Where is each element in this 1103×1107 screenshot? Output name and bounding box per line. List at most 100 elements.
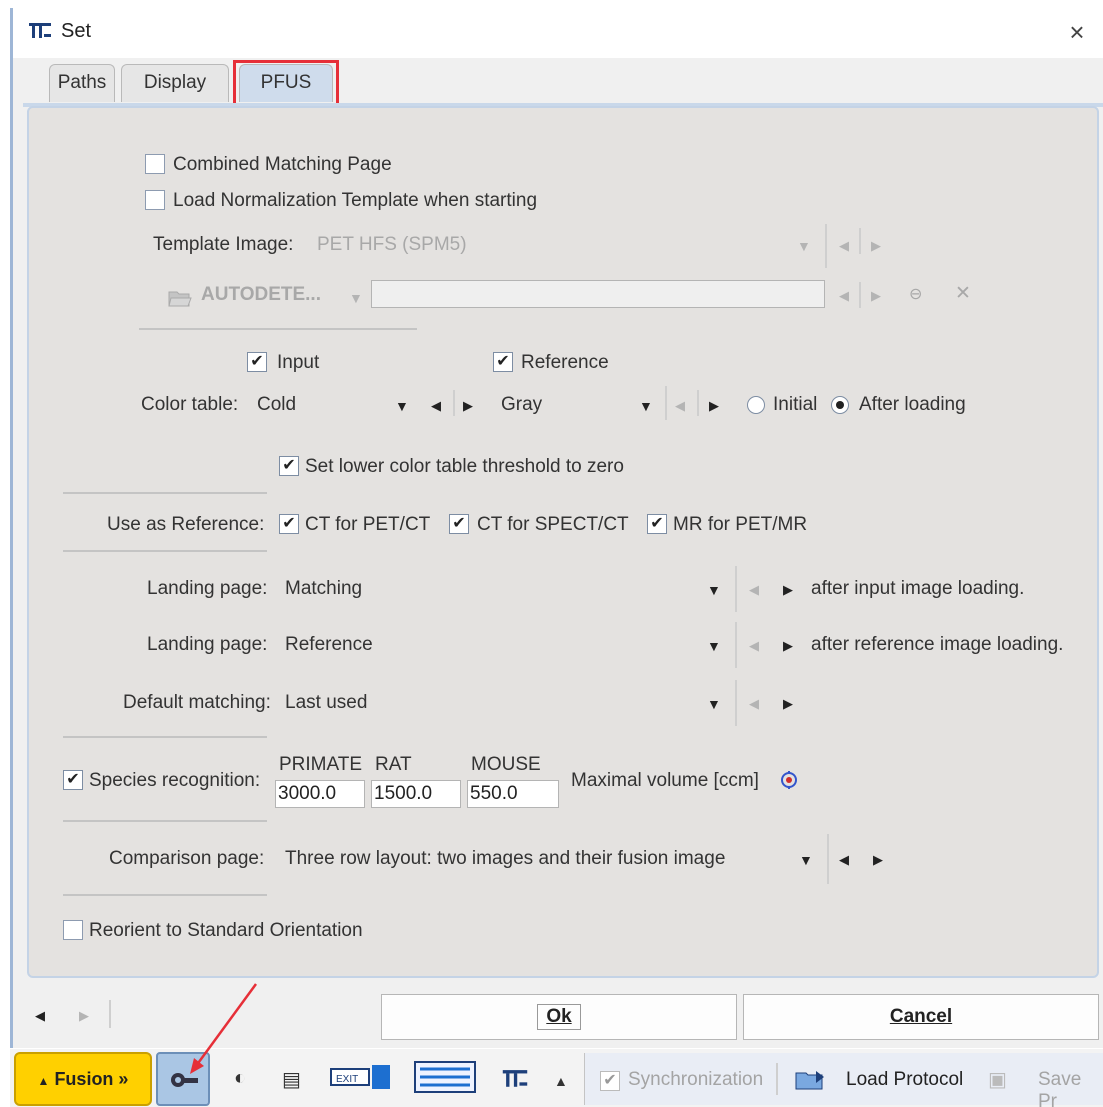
ct-for-pet-ct-checkbox[interactable]: ✔ [279,514,299,534]
previous-icon[interactable]: ◀ [839,852,849,868]
close-icon[interactable]: × [1063,18,1091,46]
folder-open-icon[interactable] [794,1067,830,1091]
tab-paths[interactable]: Paths [49,64,115,102]
document-icon[interactable]: ▤ [282,1067,301,1092]
landing-page-reference-value[interactable]: Reference [285,634,373,656]
input-label: Input [277,352,320,373]
settings-dialog: Set × Paths Display PFUS Combined Matchi… [10,8,1103,1048]
comparison-page-label: Comparison page: [109,848,265,869]
next-icon[interactable]: ▶ [783,638,793,654]
species-recognition-checkbox[interactable]: ✔ [63,770,83,790]
rat-volume-input[interactable]: 1500.0 [371,780,461,808]
fusion-button[interactable]: ▲ Fusion » [14,1052,152,1106]
ok-button-label: Ok [537,1004,581,1030]
next-icon[interactable]: ▶ [871,288,881,304]
layout-icon[interactable] [414,1061,476,1093]
svg-text:EXIT: EXIT [336,1074,358,1085]
previous-icon[interactable]: ◀ [839,288,849,304]
gear-icon [171,1073,198,1087]
title-bar: Set × [13,8,1103,58]
reference-checkbox[interactable]: ✔ [493,352,513,372]
reorient-label: Reorient to Standard Orientation [89,920,363,941]
previous-icon[interactable]: ◀ [749,638,759,654]
section-divider [63,492,267,494]
radio-initial[interactable] [747,396,765,414]
next-icon[interactable]: ▶ [873,852,883,868]
settings-button[interactable] [156,1052,210,1106]
ct-for-spect-ct-checkbox[interactable]: ✔ [449,514,469,534]
reorient-checkbox[interactable] [63,920,83,940]
cancel-button[interactable]: Cancel [743,994,1099,1040]
view-icon[interactable]: ◐ [234,1067,246,1090]
cancel-button-label: Cancel [889,1006,953,1027]
template-dropdown-icon[interactable]: ▼ [797,238,811,254]
previous-icon[interactable]: ◀ [675,398,685,414]
reset-target-icon[interactable] [779,770,799,790]
load-normalization-checkbox[interactable] [145,190,165,210]
window-title: Set [61,20,92,42]
species-recognition-label: Species recognition: [89,770,261,791]
autodetect-dropdown-icon[interactable]: ▼ [349,290,363,306]
previous-icon[interactable]: ◀ [431,398,441,414]
next-icon[interactable]: ▶ [871,238,881,254]
previous-icon[interactable]: ◀ [35,1008,45,1024]
landing-page-input-label: Landing page: [147,578,268,599]
mr-for-pet-mr-label: MR for PET/MR [673,514,808,535]
previous-icon[interactable]: ◀ [839,238,849,254]
default-matching-dropdown-icon[interactable]: ▼ [707,696,721,712]
reference-color-table-value[interactable]: Gray [501,394,542,416]
mr-for-pet-mr-checkbox[interactable]: ✔ [647,514,667,534]
combined-matching-checkbox[interactable] [145,154,165,174]
clear-icon[interactable]: ✕ [955,282,971,305]
synchronization-checkbox[interactable]: ✔ [600,1071,620,1091]
input-color-dropdown-icon[interactable]: ▼ [395,398,409,414]
default-matching-label: Default matching: [123,692,271,713]
separator [735,680,737,726]
template-image-value[interactable]: PET HFS (SPM5) [317,234,467,256]
maximal-volume-label: Maximal volume [ccm] [571,770,759,791]
comparison-dropdown-icon[interactable]: ▼ [799,852,813,868]
separator [665,386,667,420]
tab-highlight-box [233,60,339,106]
next-icon[interactable]: ▶ [783,582,793,598]
save-icon[interactable]: ▣ [988,1067,1007,1092]
pmod-logo-icon[interactable] [502,1069,528,1089]
landing-input-dropdown-icon[interactable]: ▼ [707,582,721,598]
mouse-volume-input[interactable]: 550.0 [467,780,559,808]
lower-threshold-checkbox[interactable]: ✔ [279,456,299,476]
input-color-table-value[interactable]: Cold [257,394,296,416]
species-header-rat: RAT [375,754,412,775]
autodetect-path-field[interactable] [371,280,825,308]
lower-threshold-label: Set lower color table threshold to zero [305,456,624,477]
previous-icon[interactable]: ◀ [749,696,759,712]
next-icon[interactable]: ▶ [463,398,473,414]
reference-color-dropdown-icon[interactable]: ▼ [639,398,653,414]
save-protocol-button[interactable]: Save Pr [1038,1069,1103,1107]
separator [827,834,829,884]
next-icon[interactable]: ▶ [79,1008,89,1024]
folder-open-icon[interactable] [167,286,193,308]
comparison-page-value[interactable]: Three row layout: two images and their f… [285,848,725,870]
link-icon[interactable]: ⊖ [909,284,922,304]
load-protocol-button[interactable]: Load Protocol [846,1069,963,1091]
radio-after-loading[interactable] [831,396,849,414]
primate-volume-input[interactable]: 3000.0 [275,780,365,808]
expand-up-icon[interactable]: ▲ [554,1073,568,1089]
ct-for-spect-ct-label: CT for SPECT/CT [477,514,629,535]
separator [776,1063,778,1095]
input-checkbox[interactable]: ✔ [247,352,267,372]
next-icon[interactable]: ▶ [709,398,719,414]
ok-button[interactable]: Ok [381,994,737,1040]
radio-initial-label: Initial [773,394,818,415]
separator [109,1000,111,1028]
radio-after-loading-label: After loading [859,394,966,415]
autodetect-button[interactable]: AUTODETE... [201,284,321,306]
tab-display[interactable]: Display [121,64,229,102]
default-matching-value[interactable]: Last used [285,692,367,714]
exit-icon[interactable]: EXIT [330,1063,392,1091]
previous-icon[interactable]: ◀ [749,582,759,598]
next-icon[interactable]: ▶ [783,696,793,712]
landing-reference-dropdown-icon[interactable]: ▼ [707,638,721,654]
fusion-up-icon: ▲ [37,1074,50,1088]
landing-page-input-value[interactable]: Matching [285,578,362,600]
